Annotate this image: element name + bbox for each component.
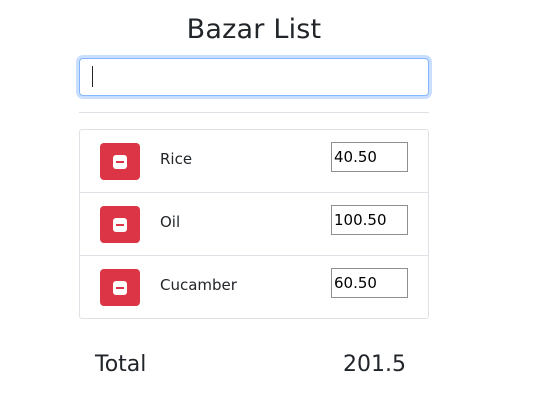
minus-circle-icon bbox=[113, 217, 127, 232]
item-name: Oil bbox=[160, 213, 181, 231]
minus-circle-icon bbox=[113, 154, 127, 169]
item-name: Cucamber bbox=[160, 276, 237, 294]
item-price-input[interactable] bbox=[331, 142, 408, 172]
item-name: Rice bbox=[160, 150, 193, 168]
item-input[interactable] bbox=[79, 58, 429, 96]
total-value: 201.5 bbox=[343, 352, 406, 377]
minus-circle-icon bbox=[113, 280, 127, 295]
item-price-input[interactable] bbox=[331, 268, 408, 298]
total-label: Total bbox=[95, 352, 147, 377]
remove-item-button[interactable] bbox=[100, 206, 140, 243]
list-item: Oil bbox=[80, 193, 428, 256]
divider bbox=[79, 112, 429, 113]
list-item: Cucamber bbox=[80, 256, 428, 318]
list-item: Rice bbox=[80, 130, 428, 193]
page-title: Bazar List bbox=[186, 14, 322, 45]
item-price-input[interactable] bbox=[331, 205, 408, 235]
remove-item-button[interactable] bbox=[100, 269, 140, 306]
text-caret bbox=[92, 66, 93, 87]
bazar-list: Rice Oil Cucamber bbox=[79, 129, 429, 319]
remove-item-button[interactable] bbox=[100, 143, 140, 180]
